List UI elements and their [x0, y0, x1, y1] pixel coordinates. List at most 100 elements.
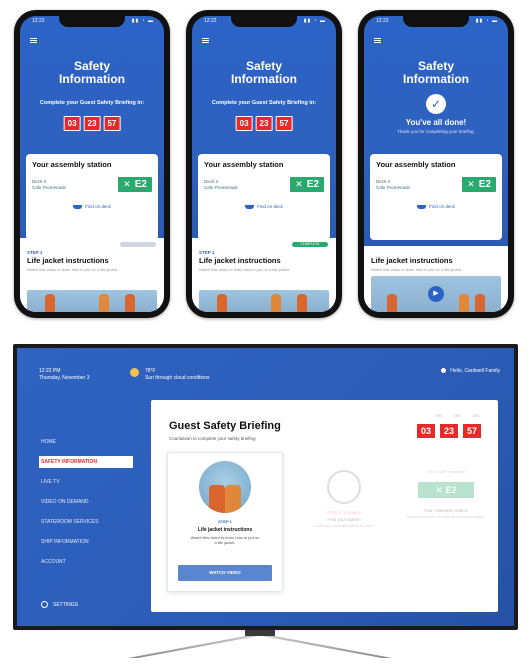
step-title: Your Assembly Station — [423, 508, 469, 513]
step-title: Life jacket instructions — [199, 256, 281, 265]
step-description: Locate your assembly station on board. — [313, 524, 375, 528]
station-badge: ✕ E2 — [462, 177, 496, 192]
nav-item-safety-information[interactable]: SAFETY INFORMATION — [39, 456, 133, 468]
person-figure — [125, 294, 135, 312]
station-badge: ✕ E2 — [290, 177, 324, 192]
play-icon[interactable]: ▶ — [428, 286, 444, 302]
step-title: Life jacket instructions — [371, 256, 453, 265]
video-thumbnail[interactable] — [199, 290, 329, 312]
countdown-timer: 03 23 57 — [63, 116, 121, 131]
station-row: Deck 3 Cafe Promenade ✕ E2 — [32, 177, 152, 192]
person-figure — [271, 294, 281, 312]
tv-stand — [100, 630, 420, 666]
ship-icon — [73, 204, 83, 209]
step-1-card[interactable]: STEP 1 Life jacket instructions Watch th… — [167, 452, 283, 592]
step-label: STEP 1 — [218, 519, 232, 524]
menu-icon[interactable] — [202, 38, 209, 43]
person-figure — [297, 294, 307, 312]
video-thumbnail[interactable]: ▶ — [371, 276, 501, 312]
tv-foot-right — [262, 636, 392, 658]
station-row: Deck 3 Cafe Promenade ✕ E2 — [204, 177, 324, 192]
countdown-caption: Complete your Guest Safety Briefing in: — [211, 100, 317, 106]
step-title: Find your station — [327, 517, 361, 522]
countdown-seconds: 57 — [103, 116, 121, 131]
find-on-deck-link[interactable]: Find on deck — [32, 204, 152, 209]
station-badge: ✕ E2 — [118, 177, 152, 192]
panel-subtitle: Countdown to complete your safety briefi… — [169, 436, 256, 441]
deck-location: Deck 3 Cafe Promenade — [426, 470, 466, 474]
nav-item-video-on-demand[interactable]: VIDEO ON DEMAND — [41, 496, 141, 508]
nav-item-account[interactable]: ACCOUNT — [41, 556, 141, 568]
nav-item-ship-information[interactable]: SHIP INFORMATION — [41, 536, 141, 548]
settings-button[interactable]: SETTINGS — [41, 601, 78, 608]
gear-icon — [41, 601, 48, 608]
life-jacket-image — [199, 461, 251, 513]
phone-display: 12:22 ▮▮ ◔ ▬ Safety Information Complete… — [192, 16, 336, 312]
step-label: STEP 2 · LOCKED — [327, 510, 361, 515]
phone-notch — [403, 16, 469, 27]
countdown-minutes: 23 — [255, 116, 273, 131]
watch-video-button[interactable]: WATCH VIDEO — [178, 565, 272, 581]
person-figure — [209, 485, 225, 513]
person-figure — [475, 294, 485, 312]
phone-screen-3: 12:22 ▮▮ ◔ ▬ Safety Information ✓ You've… — [358, 10, 514, 318]
status-icons: ▮▮ ◔ ▬ — [475, 18, 498, 24]
video-thumbnail[interactable] — [27, 290, 157, 312]
nav-item-live-tv[interactable]: LIVE TV — [41, 476, 141, 488]
step-description: Watch this video to learn how to put on … — [199, 267, 291, 272]
countdown-minutes: 23 — [83, 116, 101, 131]
countdown-hours: 03 — [235, 116, 253, 131]
assembly-station-card: Your assembly station Deck 3 Cafe Promen… — [370, 154, 502, 240]
step-label: STEP 1 — [199, 250, 215, 255]
assembly-station-card: Your assembly station Deck 3 Cafe Promen… — [198, 154, 330, 240]
step-description: Watch this video to learn how to put on … — [27, 267, 119, 272]
user-icon — [441, 368, 447, 374]
checkmark-icon: ✓ — [426, 94, 446, 114]
tv-datetime: 12:22 PM Thursday, November 3 — [39, 368, 90, 381]
phone-display: 12:22 ▮▮ ◔ ▬ Safety Information ✓ You've… — [364, 16, 508, 312]
status-time: 12:22 — [376, 18, 389, 24]
guest-greeting[interactable]: Hello, Cardwell Family — [441, 368, 500, 374]
nav-item-stateroom-services[interactable]: STATEROOM SERVICES — [41, 516, 141, 528]
deck-location: Deck 3 Cafe Promenade — [204, 178, 239, 190]
person-figure — [217, 294, 227, 312]
phone-display: 12:22 ▮▮ ◔ ▬ Safety Information Complete… — [20, 16, 164, 312]
menu-icon[interactable] — [374, 38, 381, 43]
countdown-timer: 03 23 57 — [235, 116, 293, 131]
card-title: Your assembly station — [376, 160, 456, 169]
step-section: Life jacket instructions Watch this vide… — [364, 246, 508, 312]
status-pill — [120, 242, 156, 247]
crossed-arrows-icon: ✕ — [295, 179, 303, 189]
phone-notch — [231, 16, 297, 27]
deck-location: Deck 3 Cafe Promenade — [376, 178, 411, 190]
step-3-card: Deck 3 Cafe Promenade ✕ E2 Your Assembly… — [401, 470, 491, 520]
step-title: Life jacket instructions — [197, 527, 253, 533]
card-title: Your assembly station — [32, 160, 112, 169]
phone-notch — [59, 16, 125, 27]
status-icons: ▮▮ ◔ ▬ — [131, 18, 154, 24]
station-row: Deck 3 Cafe Promenade ✕ E2 — [376, 177, 496, 192]
nav-item-home[interactable]: HOME — [41, 436, 141, 448]
find-on-deck-link[interactable]: Find on deck — [204, 204, 324, 209]
step-description: Watch this video to learn how to put on … — [371, 267, 463, 272]
station-badge: ✕ E2 — [418, 482, 474, 498]
menu-icon[interactable] — [30, 38, 37, 43]
compass-icon — [327, 470, 361, 504]
ship-icon — [245, 204, 255, 209]
countdown-labels: HRS MIN SEC — [434, 414, 480, 418]
ship-icon — [417, 204, 427, 209]
countdown-timer: 03 23 57 — [415, 423, 482, 439]
panel-title: Guest Safety Briefing — [169, 420, 281, 432]
tv-frame: 12:22 PM Thursday, November 3 78°F Sun t… — [13, 344, 518, 630]
completion-title: You've all done! — [405, 118, 467, 127]
phone-screen-2: 12:22 ▮▮ ◔ ▬ Safety Information Complete… — [186, 10, 342, 318]
briefing-panel: Guest Safety Briefing Countdown to compl… — [151, 400, 498, 612]
complete-pill: COMPLETE — [292, 242, 328, 247]
countdown-seconds: 57 — [275, 116, 293, 131]
person-figure — [459, 294, 469, 312]
person-figure — [225, 485, 241, 513]
tv-foot-left — [128, 636, 258, 658]
status-time: 12:22 — [204, 18, 217, 24]
countdown-minutes: 23 — [438, 423, 459, 439]
find-on-deck-link[interactable]: Find on deck — [376, 204, 496, 209]
